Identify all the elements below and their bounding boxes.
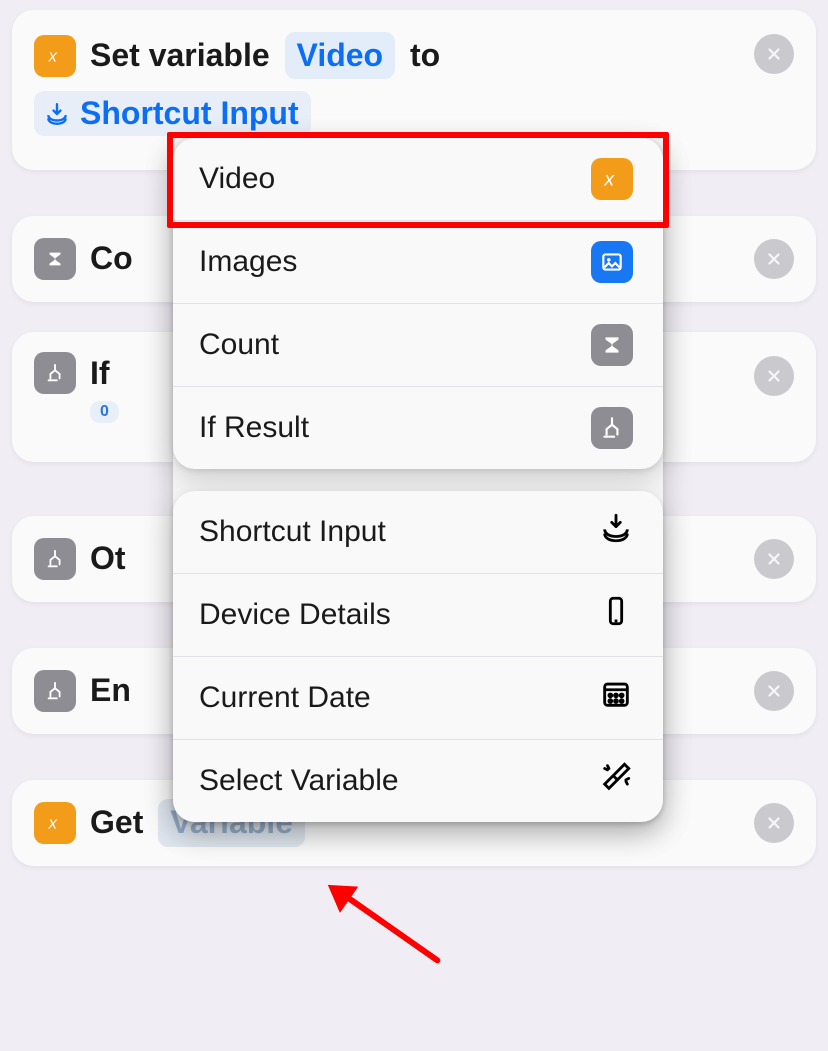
shortcut-input-token[interactable]: Shortcut Input [34, 91, 311, 136]
branch-icon [591, 407, 633, 449]
delete-button[interactable] [754, 803, 794, 843]
variable-option-select-variable[interactable]: Select Variable [173, 739, 663, 822]
shortcut-input-icon [44, 101, 70, 127]
svg-text:x: x [48, 47, 58, 65]
variable-option-shortcut-input[interactable]: Shortcut Input [173, 491, 663, 573]
calendar-icon [599, 677, 633, 719]
variable-picker-group-variables: Video x Images Count If Result [173, 138, 663, 469]
sigma-icon [591, 324, 633, 366]
delete-button[interactable] [754, 239, 794, 279]
variable-option-count[interactable]: Count [173, 303, 663, 386]
variable-picker-popover: Video x Images Count If Result Shortcu [173, 138, 663, 822]
if-value-token[interactable]: 0 [90, 401, 119, 423]
photo-icon [591, 241, 633, 283]
branch-icon [34, 670, 76, 712]
variable-option-video[interactable]: Video x [173, 138, 663, 220]
delete-button[interactable] [754, 34, 794, 74]
branch-icon [34, 538, 76, 580]
shortcut-input-icon [599, 511, 633, 553]
variable-picker-group-magic: Shortcut Input Device Details Current Da… [173, 491, 663, 822]
delete-button[interactable] [754, 671, 794, 711]
variable-icon: x [591, 158, 633, 200]
variable-icon: x [34, 802, 76, 844]
phone-icon [599, 594, 633, 636]
svg-text:x: x [603, 169, 615, 191]
variable-option-current-date[interactable]: Current Date [173, 656, 663, 739]
variable-icon: x [34, 35, 76, 77]
sigma-icon [34, 238, 76, 280]
get-label: Get [90, 804, 143, 840]
branch-icon [34, 352, 76, 394]
variable-option-images[interactable]: Images [173, 220, 663, 303]
action-text: Set variable Video to [90, 32, 794, 79]
delete-button[interactable] [754, 539, 794, 579]
set-variable-prefix: Set variable [90, 37, 270, 73]
delete-button[interactable] [754, 356, 794, 396]
svg-text:x: x [48, 815, 58, 833]
variable-option-if-result[interactable]: If Result [173, 386, 663, 469]
set-variable-suffix: to [410, 37, 440, 73]
sparkle-icon [599, 760, 633, 802]
variable-option-device-details[interactable]: Device Details [173, 573, 663, 656]
variable-name-token[interactable]: Video [285, 32, 396, 79]
